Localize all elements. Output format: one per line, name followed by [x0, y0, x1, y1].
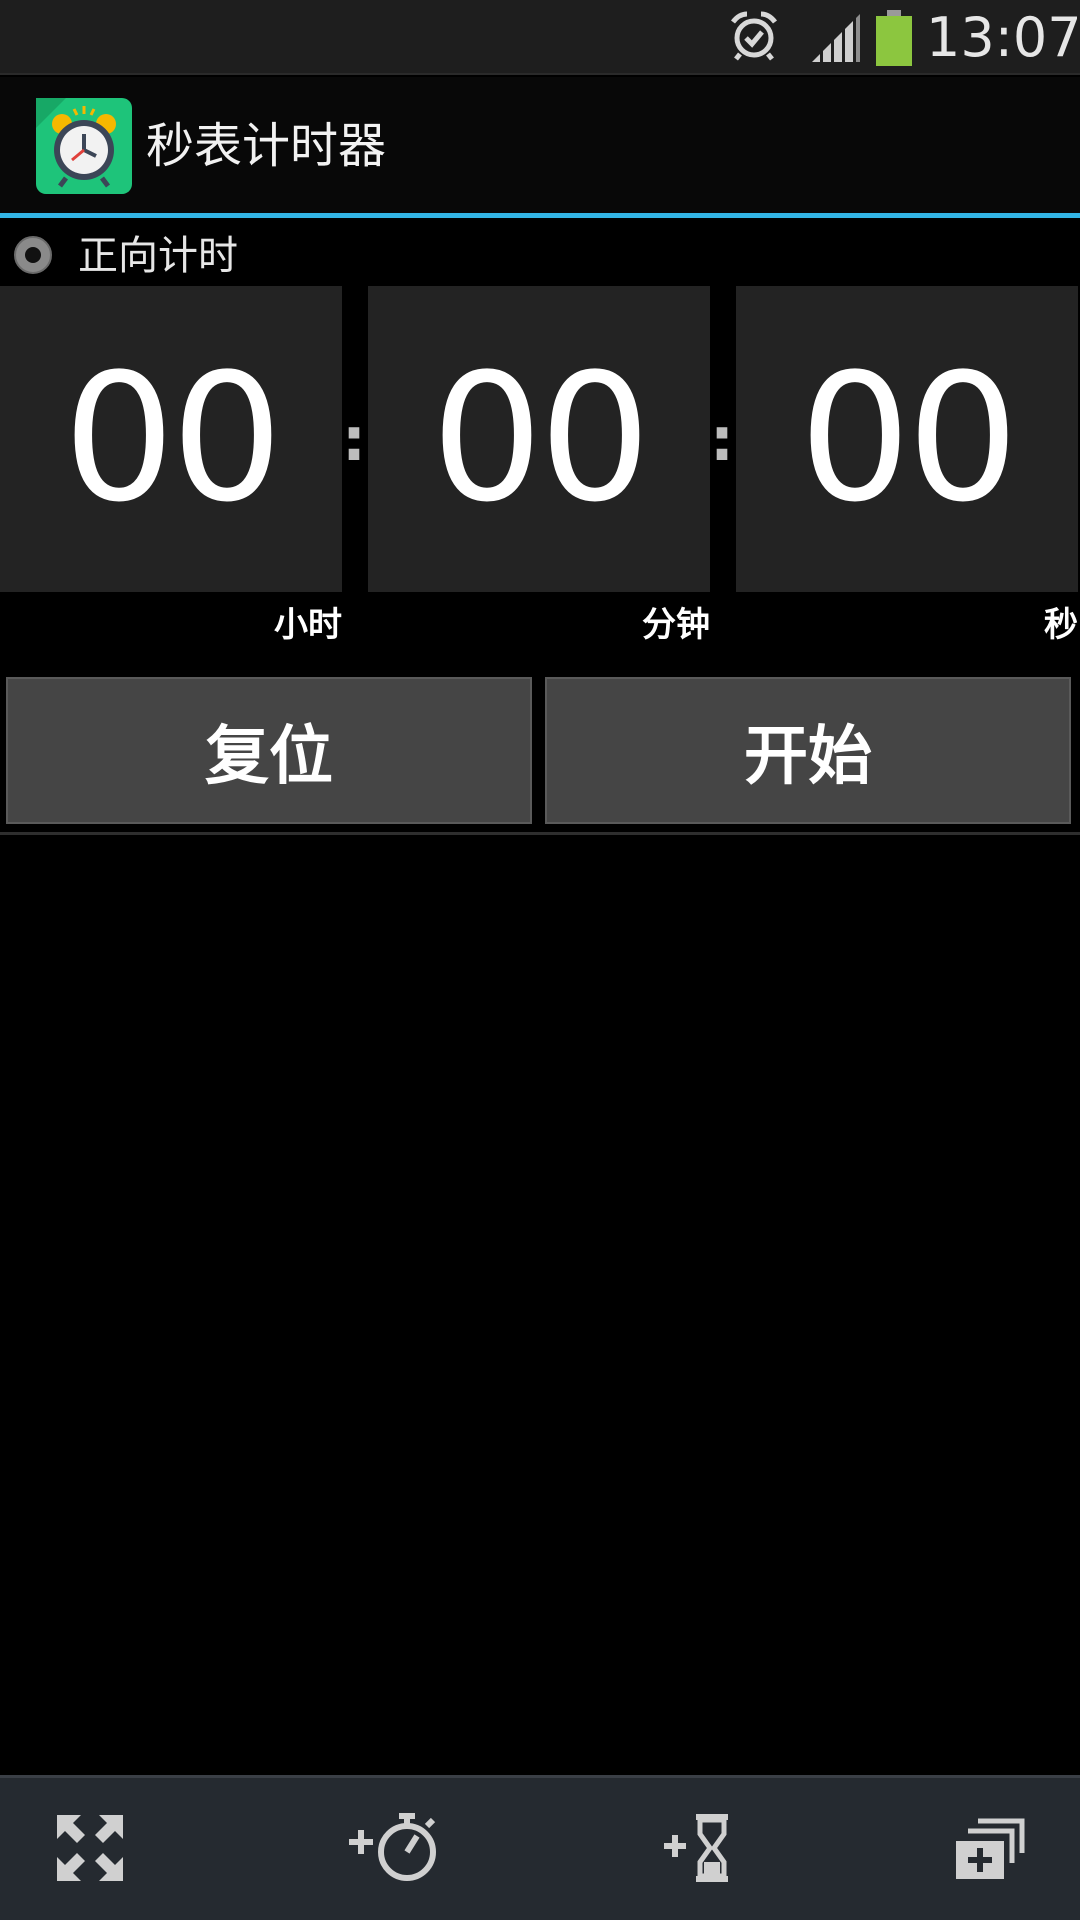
bottom-toolbar	[0, 1775, 1080, 1920]
windows-button[interactable]	[945, 1808, 1035, 1888]
content-divider	[0, 832, 1080, 835]
app-title: 秒表计时器	[146, 118, 387, 174]
hours-display: 00	[0, 286, 342, 592]
signal-icon	[812, 14, 860, 62]
time-separator: :	[710, 405, 734, 475]
add-timer-icon	[664, 1814, 728, 1882]
status-clock: 13:07	[926, 6, 1080, 69]
expand-button[interactable]	[45, 1808, 135, 1888]
add-stopwatch-button[interactable]	[340, 1808, 450, 1888]
minutes-value: 00	[431, 336, 651, 541]
mode-label: 正向计时	[78, 233, 238, 279]
start-button[interactable]: 开始	[545, 677, 1071, 824]
alarm-clock-app-icon[interactable]	[36, 98, 132, 194]
action-bar: 秒表计时器	[0, 77, 1080, 213]
seconds-value: 00	[799, 336, 1019, 541]
add-timer-button[interactable]	[650, 1808, 750, 1888]
reset-button[interactable]: 复位	[6, 677, 532, 824]
minutes-display: 00	[368, 286, 710, 592]
battery-icon	[876, 10, 912, 66]
add-stopwatch-icon	[349, 1813, 436, 1881]
seconds-display: 00	[736, 286, 1078, 592]
action-bar-divider	[0, 213, 1080, 218]
alarm-icon	[731, 11, 777, 61]
minutes-unit-label: 分钟	[642, 605, 710, 645]
time-separator: :	[342, 405, 366, 475]
status-bar: 13:07	[0, 0, 1080, 75]
hours-unit-label: 小时	[274, 605, 342, 645]
mode-radio-button[interactable]	[14, 236, 52, 274]
windows-icon	[956, 1818, 1025, 1879]
expand-icon	[57, 1815, 123, 1881]
count-up-mode-option[interactable]: 正向计时	[0, 228, 1080, 284]
hours-value: 00	[63, 336, 283, 541]
seconds-unit-label: 秒	[1044, 605, 1078, 645]
